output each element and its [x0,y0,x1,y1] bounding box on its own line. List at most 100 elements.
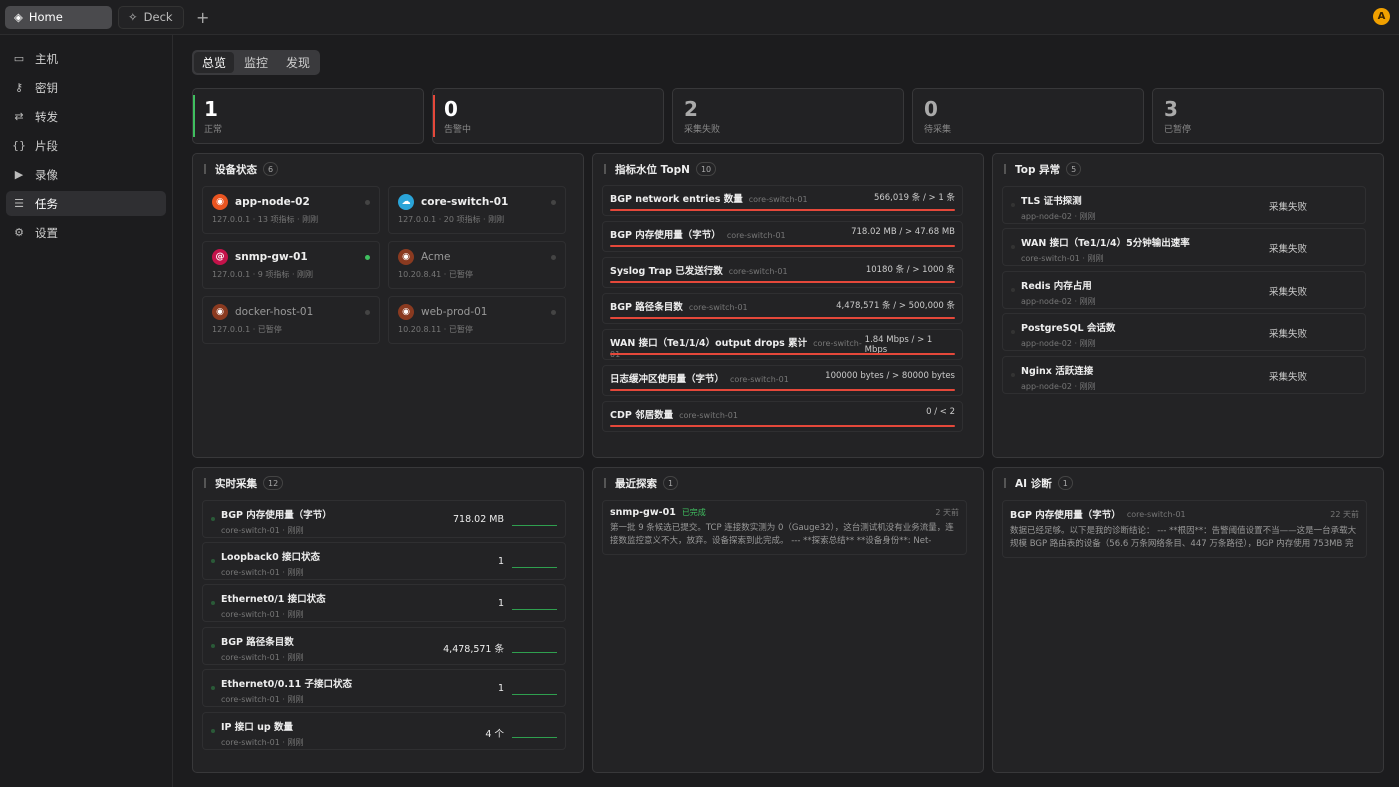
video-icon: ▶ [14,168,24,181]
sidebar-item-recordings[interactable]: ▶ 录像 [6,162,166,187]
status-label: 采集失败 [1269,372,1308,383]
topn-panel: 指标水位 TopN 10 BGP network entries 数量 core-s… [592,153,984,458]
sidebar-item-hosts[interactable]: ▭ 主机 [6,46,166,71]
monitor-icon: ▭ [13,52,25,65]
stat-paused[interactable]: 3 已暂停 [1152,88,1384,144]
status-dot [551,255,556,260]
status-dot [551,310,556,315]
tab-deck[interactable]: ✧ Deck [118,5,184,29]
status-badge: 已完成 [681,508,706,517]
device-status-panel: 设备状态 6 ◉ app-node-02 127.0.0.1 · 13 项指标 · 刚… [192,153,584,458]
status-dot [551,200,556,205]
usage-bar [610,281,955,283]
topn-row[interactable]: Syslog Trap 已发送行数 core-switch-01 10180 条 /… [602,257,963,288]
panel-header: 最近探索 1 [593,468,983,498]
sparkle-icon: ✧ [128,10,138,24]
stat-failed[interactable]: 2 采集失败 [672,88,904,144]
ubuntu-icon: ◉ [398,249,414,265]
count-badge: 10 [695,162,717,176]
status-label: 采集失败 [1269,329,1308,340]
sparkline [512,609,557,610]
topn-row[interactable]: BGP 内存使用量（字节） core-switch-01 718.02 MB / >… [602,221,963,252]
count-badge: 5 [1066,162,1082,176]
sparkline [512,525,557,526]
sidebar-item-tasks[interactable]: ☰ 任务 [6,191,166,216]
anomaly-row[interactable]: Nginx 活跃连接 app-node-02 · 刚刚 采集失败 [1002,356,1366,394]
stat-pending[interactable]: 0 待采集 [912,88,1144,144]
discovery-card[interactable]: snmp-gw-01 已完成 2 天前 第一批 9 条候选已提交。TCP 连接数实测… [602,500,967,555]
code-icon: {} [12,139,26,152]
device-card[interactable]: @ snmp-gw-01 127.0.0.1 · 9 项指标 · 刚刚 [202,241,380,289]
avatar[interactable]: A [1373,8,1390,25]
usage-bar [610,425,955,427]
usage-bar [610,353,955,355]
panel-header: 指标水位 TopN 10 [593,154,983,184]
device-card[interactable]: ◉ app-node-02 127.0.0.1 · 13 项指标 · 刚刚 [202,186,380,234]
stats-row: 1 正常 0 告警中 2 采集失败 0 待采集 3 已暂停 [192,88,1384,144]
gear-icon: ⚙ [14,226,24,239]
anomaly-row[interactable]: Redis 内存占用 app-node-02 · 刚刚 采集失败 [1002,271,1366,309]
diagnosis-card[interactable]: BGP 内存使用量（字节） core-switch-01 22 天前 数据已经足够。… [1002,500,1367,558]
status-dot [365,200,370,205]
stat-alerting[interactable]: 0 告警中 [432,88,664,144]
sidebar-item-settings[interactable]: ⚙ 设置 [6,220,166,245]
device-card[interactable]: ◉ Acme 10.20.8.41 · 已暂停 [388,241,566,289]
sparkline [512,567,557,568]
panel-header: 设备状态 6 [193,154,583,184]
sidebar-item-snippets[interactable]: {} 片段 [6,133,166,158]
tab-home[interactable]: ◈ Home [5,5,112,29]
realtime-row[interactable]: Ethernet0/1 接口状态 core-switch-01 · 刚刚 1 [202,584,566,622]
usage-bar [610,317,955,319]
sparkline [512,652,557,653]
stat-normal[interactable]: 1 正常 [192,88,424,144]
usage-bar [610,389,955,391]
new-tab-button[interactable]: + [196,8,209,27]
sparkline [512,694,557,695]
realtime-row[interactable]: BGP 内存使用量（字节） core-switch-01 · 刚刚 718.02 M… [202,500,566,538]
sparkline [512,737,557,738]
count-badge: 6 [263,162,279,176]
main-content: 总览 监控 发现 1 正常 0 告警中 2 采集失败 0 待采集 3 已暂停 设备状态 6 … [174,35,1399,787]
ai-diagnosis-panel: AI 诊断 1 BGP 内存使用量（字节） core-switch-01 22 天前 … [992,467,1384,773]
ubuntu-icon: ◉ [398,304,414,320]
realtime-row[interactable]: IP 接口 up 数量 core-switch-01 · 刚刚 4 个 [202,712,566,750]
count-badge: 1 [1057,476,1073,490]
tab-bar: ◈ Home ✧ Deck + A [0,0,1399,35]
tab-monitor[interactable]: 监控 [236,52,276,73]
key-icon: ⚷ [14,81,24,94]
realtime-panel: 实时采集 12 BGP 内存使用量（字节） core-switch-01 · 刚刚 7… [192,467,584,773]
topn-row[interactable]: 日志缓冲区使用量（字节） core-switch-01 100000 bytes /… [602,365,963,396]
usage-bar [610,245,955,247]
device-card[interactable]: ◉ web-prod-01 10.20.8.11 · 已暂停 [388,296,566,344]
anomaly-row[interactable]: TLS 证书探测 app-node-02 · 刚刚 采集失败 [1002,186,1366,224]
sidebar: ▭ 主机 ⚷ 密钥 ⇄ 转发 {} 片段 ▶ 录像 ☰ 任务 ⚙ 设置 [0,35,173,787]
device-card[interactable]: ☁ core-switch-01 127.0.0.1 · 20 项指标 · 刚刚 [388,186,566,234]
topn-row[interactable]: BGP 路径条目数 core-switch-01 4,478,571 条 / > 5… [602,293,963,324]
view-switcher: 总览 监控 发现 [192,50,321,75]
cloud-icon: ☁ [398,194,414,210]
topn-row[interactable]: BGP network entries 数量 core-switch-01 566,… [602,185,963,216]
ubuntu-icon: ◉ [212,194,228,210]
anomaly-row[interactable]: PostgreSQL 会话数 app-node-02 · 刚刚 采集失败 [1002,313,1366,351]
realtime-row[interactable]: Ethernet0/0.11 子接口状态 core-switch-01 · 刚刚 1 [202,669,566,707]
anomaly-row[interactable]: WAN 接口（Te1/1/4）5分钟输出速率 core-switch-01 · 刚… [1002,228,1366,266]
topn-row[interactable]: CDP 邻居数量 core-switch-01 0 / < 2 [602,401,963,432]
realtime-row[interactable]: BGP 路径条目数 core-switch-01 · 刚刚 4,478,571 条 [202,627,566,665]
sidebar-item-forward[interactable]: ⇄ 转发 [6,104,166,129]
status-label: 采集失败 [1269,244,1308,255]
device-card[interactable]: ◉ docker-host-01 127.0.0.1 · 已暂停 [202,296,380,344]
status-dot [365,255,370,260]
tab-overview[interactable]: 总览 [194,52,235,73]
panel-header: 实时采集 12 [193,468,583,498]
tab-discover[interactable]: 发现 [278,52,318,73]
debian-icon: @ [212,249,228,265]
status-label: 采集失败 [1269,202,1308,213]
realtime-row[interactable]: Loopback0 接口状态 core-switch-01 · 刚刚 1 [202,542,566,580]
recent-discovery-panel: 最近探索 1 snmp-gw-01 已完成 2 天前 第一批 9 条候选已提交。TCP… [592,467,984,773]
top-anomaly-panel: Top 异常 5 TLS 证书探测 app-node-02 · 刚刚 采集失败 WAN… [992,153,1384,458]
usage-bar [610,209,955,211]
count-badge: 1 [663,476,679,490]
sidebar-item-keys[interactable]: ⚷ 密钥 [6,75,166,100]
forward-icon: ⇄ [14,110,24,123]
topn-row[interactable]: WAN 接口（Te1/1/4）output drops 累计 core-switc… [602,329,963,360]
